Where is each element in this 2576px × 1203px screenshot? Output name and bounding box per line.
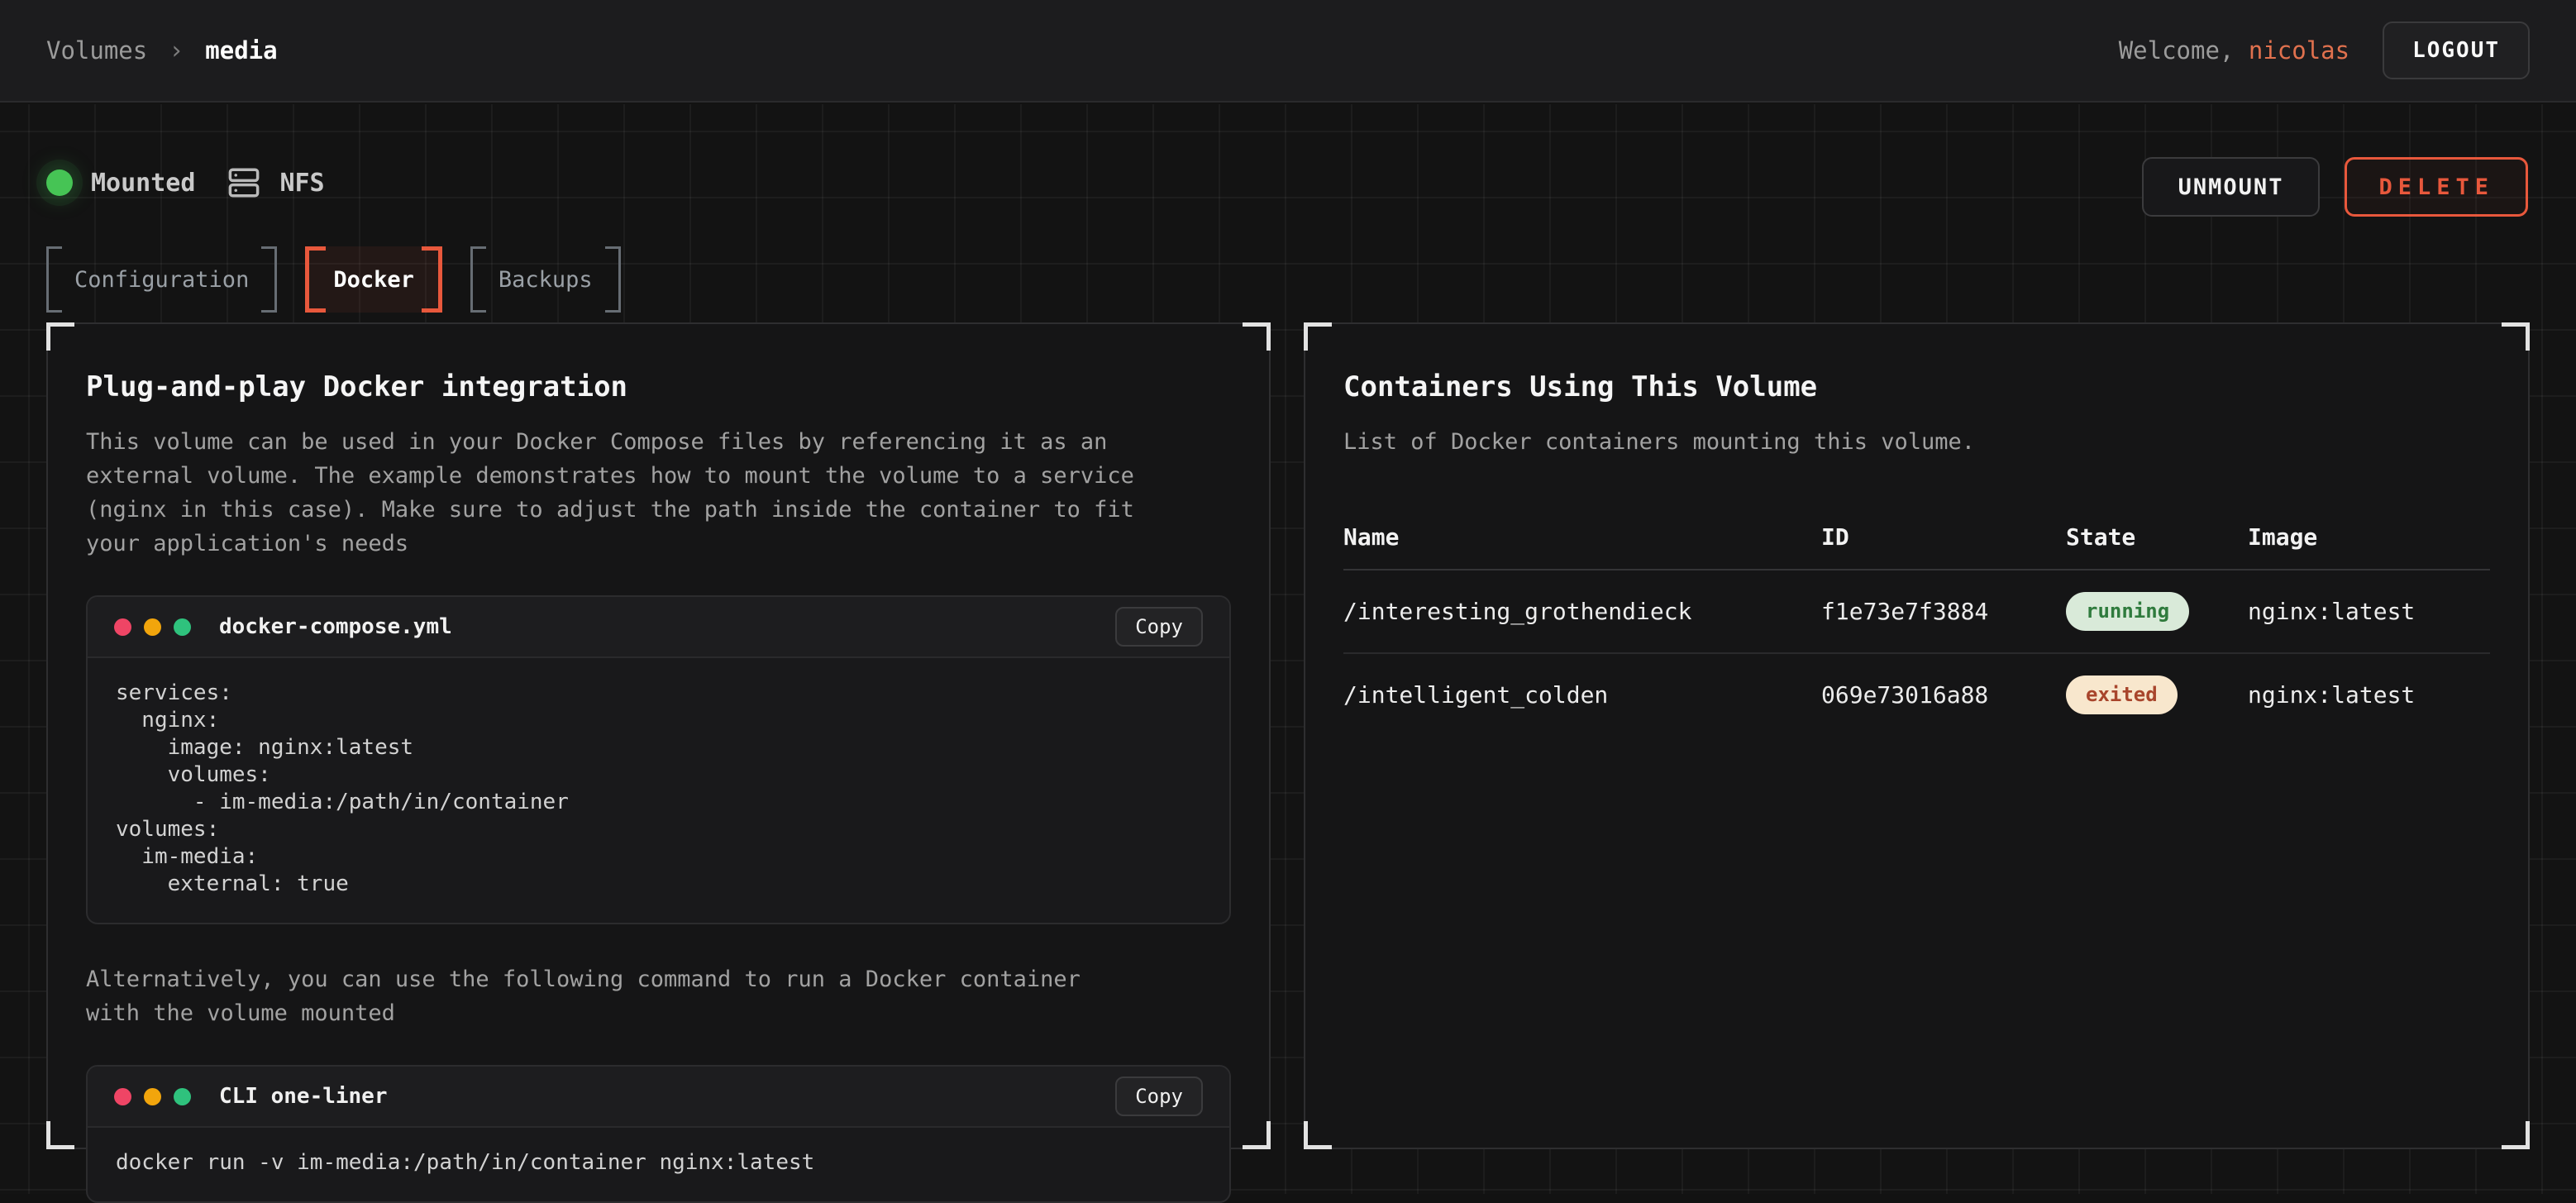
breadcrumb: Volumes › media [46, 36, 278, 65]
cli-alternative-text: Alternatively, you can use the following… [86, 962, 1136, 1030]
volume-status-row: Mounted NFS [46, 165, 325, 200]
panels-row: Plug-and-play Docker integration This vo… [46, 322, 2530, 1149]
window-dot-red-icon [114, 1088, 131, 1105]
server-icon [227, 165, 261, 200]
container-id-cell: 069e73016a88 [1821, 653, 2066, 736]
container-image-cell: nginx:latest [2248, 653, 2490, 736]
compose-code-header: docker-compose.yml Copy [88, 597, 1229, 658]
table-row: /interesting_grothendieck f1e73e7f3884 r… [1343, 570, 2490, 653]
compose-filename: docker-compose.yml [219, 614, 452, 639]
column-header-id: ID [1821, 505, 2066, 570]
table-row: /intelligent_colden 069e73016a88 exited … [1343, 653, 2490, 736]
column-header-name: Name [1343, 505, 1821, 570]
delete-button[interactable]: DELETE [2345, 157, 2528, 217]
container-name-cell: /intelligent_colden [1343, 653, 1821, 736]
tab-backups-label: Backups [499, 267, 593, 293]
tab-docker[interactable]: Docker [305, 246, 442, 313]
top-bar: Volumes › media Welcome, nicolas LOGOUT [0, 0, 2576, 103]
container-image-cell: nginx:latest [2248, 570, 2490, 653]
corner-bracket-icon [1304, 322, 1332, 351]
tab-configuration[interactable]: Configuration [46, 246, 277, 313]
docker-panel-title: Plug-and-play Docker integration [86, 370, 1231, 403]
container-state-cell: running [2066, 570, 2248, 653]
breadcrumb-current-volume: media [205, 36, 277, 64]
top-bar-right: Welcome, nicolas LOGOUT [2119, 21, 2530, 79]
column-header-image: Image [2248, 505, 2490, 570]
containers-table-header-row: Name ID State Image [1343, 505, 2490, 570]
corner-bracket-icon [46, 322, 74, 351]
mounted-label: Mounted [91, 169, 195, 198]
cli-copy-button[interactable]: Copy [1115, 1076, 1203, 1116]
compose-code-block: docker-compose.yml Copy services: nginx:… [86, 595, 1231, 924]
main-content: Mounted NFS UNMOUNT DELETE Configuration… [0, 104, 2576, 1194]
tab-bar: Configuration Docker Backups [46, 246, 621, 313]
window-dot-green-icon [174, 618, 191, 636]
docker-panel-description: This volume can be used in your Docker C… [86, 425, 1136, 561]
mounted-status-dot-icon [46, 169, 73, 196]
fs-type-label: NFS [279, 169, 324, 198]
column-header-state: State [2066, 505, 2248, 570]
corner-bracket-icon [1243, 322, 1271, 351]
containers-table: Name ID State Image /interesting_grothen… [1343, 505, 2490, 736]
docker-integration-panel: Plug-and-play Docker integration This vo… [46, 322, 1271, 1149]
window-dot-red-icon [114, 618, 131, 636]
containers-panel-subtitle: List of Docker containers mounting this … [1343, 425, 2393, 459]
container-name-cell: /interesting_grothendieck [1343, 570, 1821, 653]
container-id-cell: f1e73e7f3884 [1821, 570, 2066, 653]
cli-code-header: CLI one-liner Copy [88, 1067, 1229, 1128]
cli-block-title: CLI one-liner [219, 1084, 388, 1109]
compose-code-content: services: nginx: image: nginx:latest vol… [88, 658, 1229, 923]
username: nicolas [2249, 36, 2349, 64]
tab-configuration-label: Configuration [74, 267, 249, 293]
filesystem-type: NFS [227, 165, 324, 200]
mounted-status: Mounted [46, 169, 195, 198]
corner-bracket-icon [1304, 1121, 1332, 1149]
unmount-button[interactable]: UNMOUNT [2142, 157, 2321, 217]
cli-code-block: CLI one-liner Copy docker run -v im-medi… [86, 1065, 1231, 1203]
status-badge-running: running [2066, 592, 2189, 631]
volume-actions: UNMOUNT DELETE [2142, 157, 2528, 217]
corner-bracket-icon [1243, 1121, 1271, 1149]
welcome-text: Welcome, nicolas [2119, 36, 2349, 64]
containers-panel-title: Containers Using This Volume [1343, 370, 2490, 403]
compose-copy-button[interactable]: Copy [1115, 607, 1203, 647]
window-dot-yellow-icon [144, 618, 161, 636]
window-dot-yellow-icon [144, 1088, 161, 1105]
window-dot-green-icon [174, 1088, 191, 1105]
status-badge-exited: exited [2066, 675, 2178, 714]
containers-panel: Containers Using This Volume List of Doc… [1304, 322, 2530, 1149]
window-dots [114, 1088, 191, 1105]
corner-bracket-icon [2502, 1121, 2530, 1149]
corner-bracket-icon [2502, 322, 2530, 351]
logout-button[interactable]: LOGOUT [2383, 21, 2530, 79]
cli-code-content: docker run -v im-media:/path/in/containe… [88, 1128, 1229, 1201]
chevron-right-icon: › [169, 36, 184, 65]
window-dots [114, 618, 191, 636]
corner-bracket-icon [46, 1121, 74, 1149]
tab-backups[interactable]: Backups [470, 246, 621, 313]
tab-docker-label: Docker [333, 267, 414, 293]
breadcrumb-volumes-link[interactable]: Volumes [46, 36, 147, 64]
container-state-cell: exited [2066, 653, 2248, 736]
